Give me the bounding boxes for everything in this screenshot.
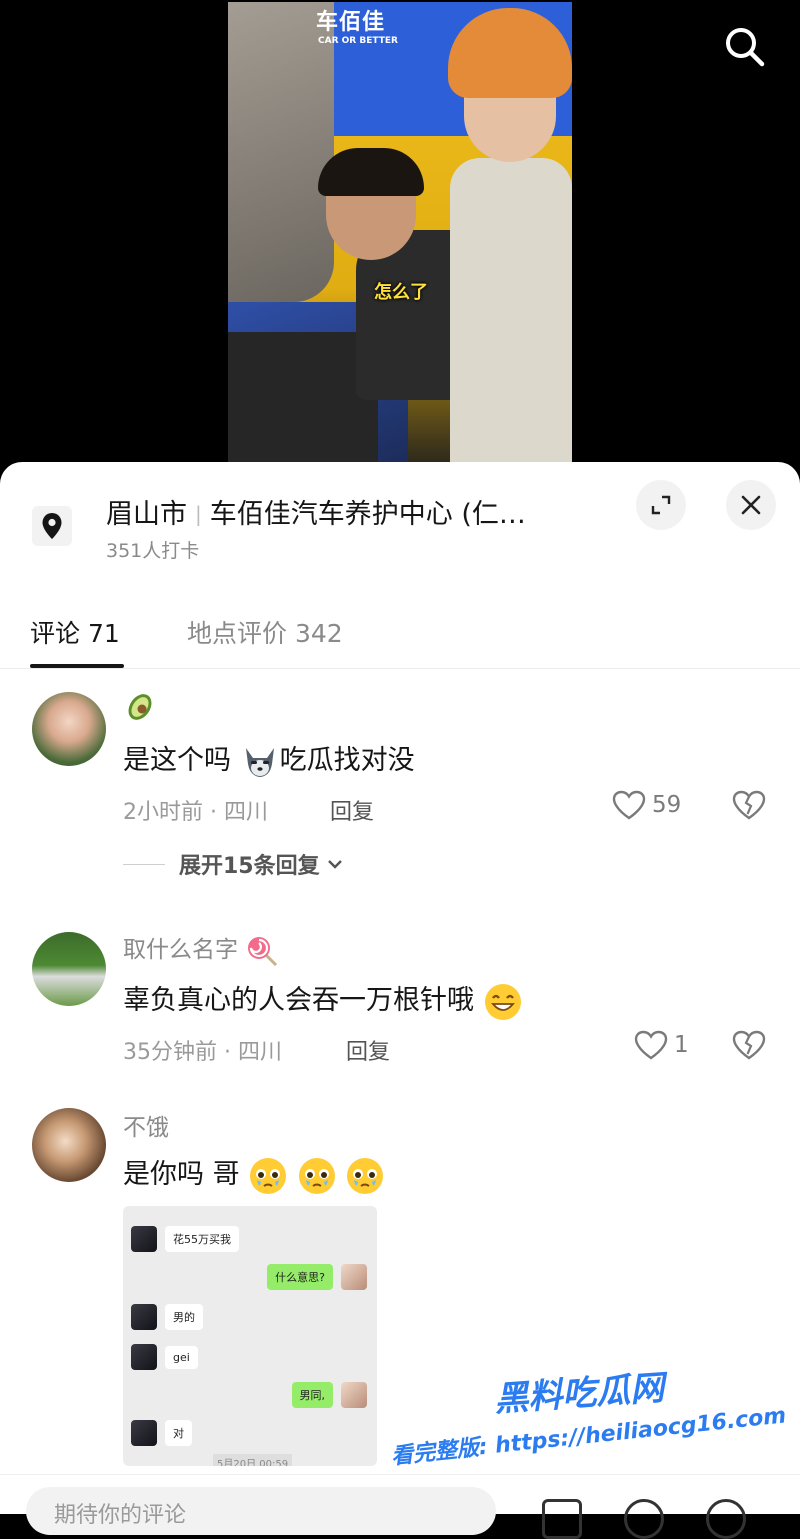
mention-icon[interactable] (624, 1499, 664, 1539)
expand-replies-label: 展开15条回复 (179, 854, 320, 879)
heart-icon (612, 790, 646, 820)
pleading-face-icon (298, 1157, 335, 1194)
expand-icon (651, 495, 671, 515)
comment-meta: 2小时前 · 四川 (123, 800, 268, 825)
broken-heart-icon (732, 1030, 766, 1060)
chat-bubble: 花55万买我 (165, 1226, 239, 1252)
chat-avatar (131, 1304, 157, 1330)
grin-emoji-icon (484, 983, 521, 1020)
shop-sign: 车佰佳 CAR OR BETTER (316, 4, 398, 46)
location-place: 车佰佳汽车养护中心 (仁… (209, 499, 526, 530)
chat-bubble: 男同, (291, 1382, 333, 1408)
video-player[interactable]: 车佰佳 CAR OR BETTER 怎么了 (0, 0, 800, 480)
dislike-button[interactable] (732, 790, 766, 824)
pleading-face-icon (347, 1157, 384, 1194)
tab-comments[interactable]: 评论 71 (30, 614, 120, 650)
chat-avatar (131, 1226, 157, 1252)
chat-avatar (131, 1420, 157, 1446)
image-upload-icon[interactable] (542, 1499, 582, 1539)
chat-avatar (131, 1344, 157, 1370)
chat-bubble: 男的 (165, 1304, 203, 1330)
close-button[interactable] (726, 480, 776, 530)
search-button[interactable] (716, 18, 772, 74)
heart-icon (634, 1030, 668, 1060)
location-title[interactable]: 眉山市 | 车佰佳汽车养护中心 (仁… (106, 492, 526, 531)
chat-bubble: 对 (165, 1420, 192, 1446)
chat-avatar (341, 1264, 367, 1290)
tab-place-reviews[interactable]: 地点评价 342 (187, 614, 343, 650)
chat-bubble: 什么意思? (267, 1264, 333, 1290)
chat-message-right: 什么意思? (267, 1264, 367, 1290)
comment-text: 是这个吗 吃瓜找对没 (123, 738, 415, 780)
person-customer (440, 8, 572, 480)
divider-line (123, 863, 165, 865)
expand-replies[interactable]: 展开15条回复 (123, 848, 346, 880)
video-frame: 车佰佳 CAR OR BETTER 怎么了 (228, 2, 572, 480)
chat-timestamp: 5月20日 00:59 (213, 1454, 293, 1466)
dislike-button[interactable] (732, 1030, 766, 1064)
location-city: 眉山市 (106, 499, 187, 530)
close-icon (741, 495, 761, 515)
expand-button[interactable] (636, 480, 686, 530)
like-count: 59 (652, 792, 682, 818)
comment-input-placeholder: 期待你的评论 (54, 1503, 187, 1528)
comment-text: 辜负真心的人会吞一万根针哦 (123, 978, 523, 1022)
avocado-icon (128, 694, 152, 720)
chat-avatar (341, 1382, 367, 1408)
comment-username[interactable] (123, 690, 157, 724)
location-pin-icon (32, 506, 72, 546)
title-divider: | (195, 502, 202, 526)
reply-button[interactable]: 回复 (346, 1034, 390, 1066)
broken-heart-icon (732, 790, 766, 820)
active-tab-indicator (30, 664, 124, 668)
reply-button[interactable]: 回复 (330, 794, 374, 826)
comment-input[interactable]: 期待你的评论 (26, 1487, 496, 1535)
chat-message-left: gei (131, 1344, 198, 1370)
search-icon (726, 28, 765, 67)
chat-bubble: gei (165, 1345, 198, 1369)
pleading-face-icon (250, 1157, 287, 1194)
chat-message-left: 男的 (131, 1304, 203, 1330)
lollipop-icon (248, 936, 278, 966)
chat-message-left: 花55万买我 (131, 1226, 239, 1252)
chevron-down-icon (327, 860, 342, 869)
like-button[interactable]: 59 (612, 790, 681, 820)
video-caption: 怎么了 (374, 282, 428, 303)
location-sheet: 眉山市 | 车佰佳汽车养护中心 (仁… 351人打卡 评论 71 地点评价 342 (0, 462, 800, 1513)
like-button[interactable]: 1 (634, 1030, 689, 1060)
comment-text: 是你吗 哥 (123, 1152, 385, 1196)
comment-meta: 35分钟前 · 四川 (123, 1040, 282, 1065)
comment-username[interactable]: 取什么名字 (123, 930, 279, 968)
emoji-picker-icon[interactable] (706, 1499, 746, 1539)
comment-image-chat-screenshot[interactable]: 花55万买我 什么意思? 男的 gei 男同, 对 5月20日 00:59 (123, 1206, 377, 1466)
like-count: 1 (674, 1032, 689, 1058)
chat-message-left: 对 (131, 1420, 192, 1446)
avatar[interactable] (32, 692, 106, 766)
comment-username[interactable]: 不饿 (123, 1108, 169, 1142)
husky-dog-icon (245, 747, 274, 777)
chat-message-right: 男同, (291, 1382, 367, 1408)
checkin-count: 351人打卡 (106, 540, 200, 562)
shop-sign-text: 车佰佳 (316, 10, 386, 35)
shop-sign-subtext: CAR OR BETTER (318, 36, 398, 46)
avatar[interactable] (32, 932, 106, 1006)
tab-bar: 评论 71 地点评价 342 (0, 602, 800, 669)
avatar[interactable] (32, 1108, 106, 1182)
comment-input-bar: 期待你的评论 (0, 1474, 800, 1539)
